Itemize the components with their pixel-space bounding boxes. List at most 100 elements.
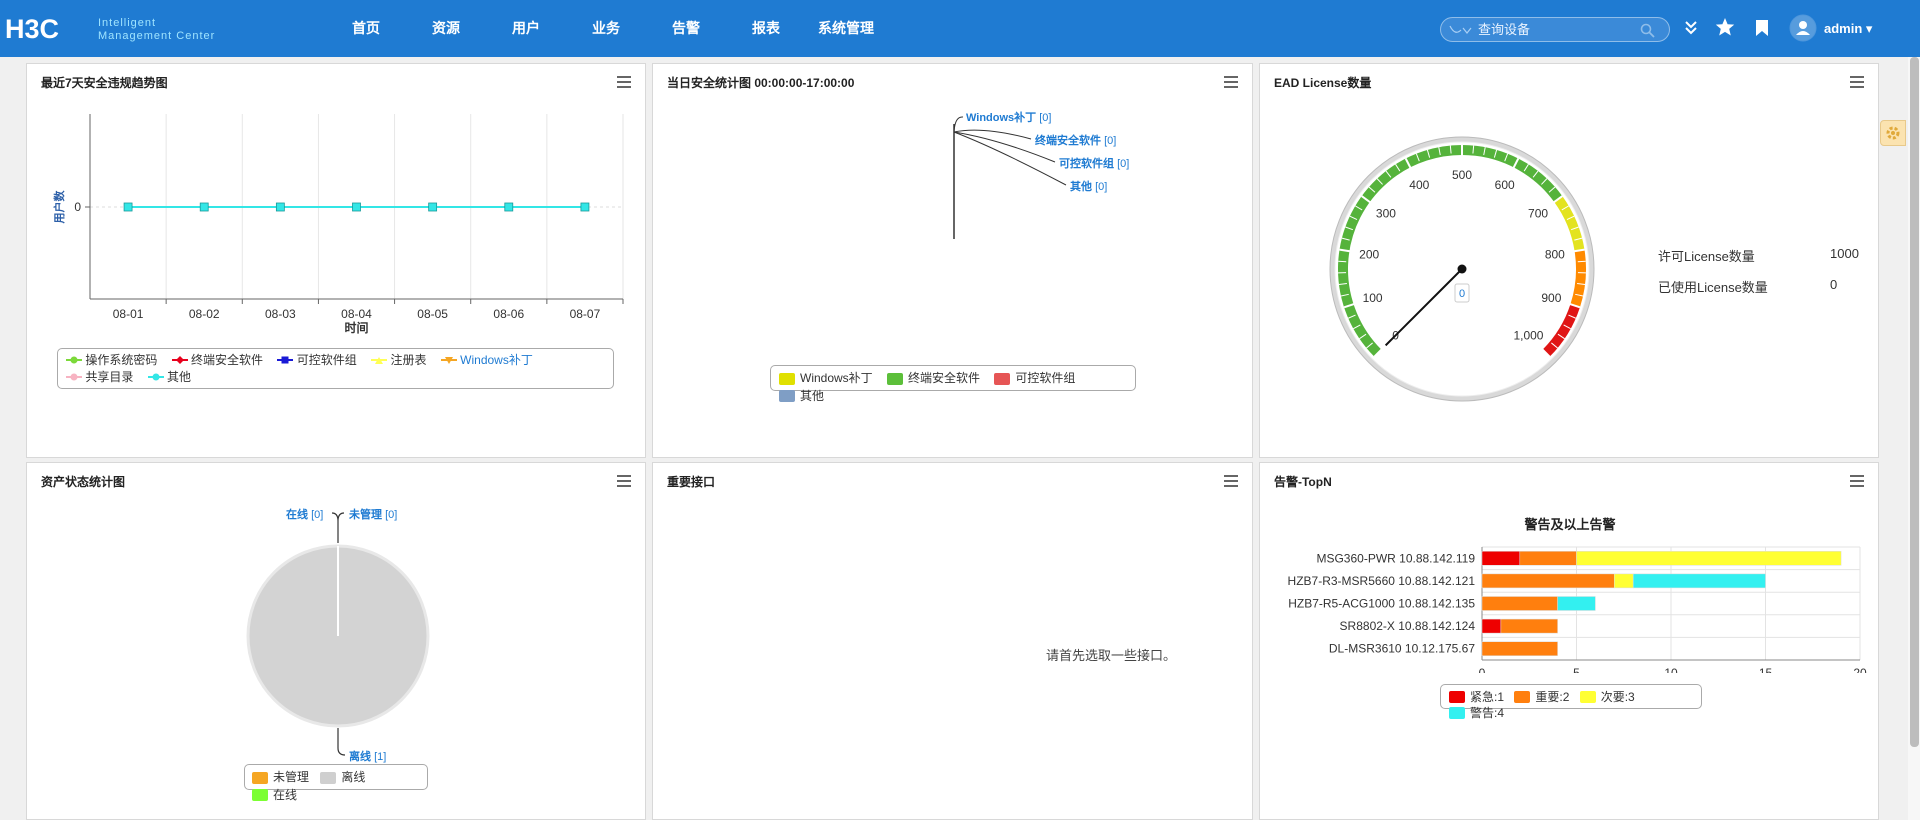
legend-item[interactable]: 终端安全软件: [887, 371, 980, 386]
legend-swatch: [1514, 691, 1531, 703]
logo-subtitle-2: Management Center: [98, 30, 215, 42]
bar-segment: [1481, 618, 1502, 634]
legend-swatch: [320, 771, 337, 784]
legend-swatch: [887, 372, 904, 385]
scrollbar-thumb[interactable]: [1910, 57, 1919, 747]
used-label: 已使用License数量: [1658, 280, 1768, 295]
used-value: 0: [1830, 277, 1838, 292]
x-tick-label: 10: [1664, 666, 1678, 673]
panel-title: 重要接口: [667, 475, 716, 489]
double-chevron-down-icon[interactable]: [1683, 14, 1699, 42]
nav-alarm[interactable]: 告警: [646, 0, 726, 57]
bar-segment: [1481, 641, 1558, 656]
pie-label-offline: 离线 [1]: [349, 749, 386, 763]
bar-segment: [1614, 573, 1634, 589]
data-point: [504, 202, 514, 212]
chart-title: 警告及以上告警: [1524, 517, 1615, 532]
legend-item[interactable]: 其他: [147, 369, 192, 385]
legend-label: 未管理: [273, 770, 310, 784]
alarm-legend: 紧急:1 重要:2 次要:3 警告:4: [1440, 684, 1702, 720]
x-tick-label: 08-01: [113, 307, 144, 321]
legend-item[interactable]: 注册表: [371, 352, 426, 368]
menu-icon[interactable]: [1850, 73, 1864, 88]
alarm-bar-chart: 警告及以上告警 0 5 10 15 20 MSG360-PWR 10.88.142.119 H…: [1288, 517, 1867, 673]
legend-item[interactable]: 可控软件组: [994, 371, 1075, 386]
page-scrollbar[interactable]: [1908, 57, 1920, 820]
bookmark-icon[interactable]: [1754, 14, 1770, 42]
license-gauge: 01002003004005006007008009001,0000: [1329, 136, 1595, 402]
main-nav: 首页 资源 用户 业务 告警 报表 系统管理: [326, 0, 886, 57]
pie-label: 终端安全软件 [0]: [1035, 133, 1116, 147]
data-point: [428, 202, 438, 212]
gauge-value: 0: [1459, 288, 1465, 300]
daily-pie-chart: Windows补丁 [0] 终端安全软件 [0] 可控软件组 [0] 其他 [0…: [953, 110, 1129, 239]
legend-swatch: [1449, 691, 1465, 703]
avatar-icon[interactable]: [1788, 14, 1818, 42]
panel-daily-security: 当日安全统计图 00:00:00-17:00:00 Windows补丁 [0] …: [652, 63, 1253, 458]
y-tick-label: MSG360-PWR 10.88.142.119: [1316, 551, 1475, 565]
top-bar: H3C Intelligent Management Center 首页 资源 …: [0, 0, 1920, 57]
data-point: [275, 202, 285, 212]
caret-down-icon: ▾: [1865, 21, 1873, 36]
x-tick-label: 08-07: [570, 307, 601, 321]
pie-label: 可控软件组 [0]: [1059, 156, 1129, 170]
logo-subtitle-1: Intelligent: [98, 17, 156, 29]
y-tick-label: SR8802-X 10.88.142.124: [1340, 619, 1476, 633]
nav-system[interactable]: 系统管理: [806, 0, 886, 57]
legend-label: 紧急:1: [1470, 690, 1505, 704]
legend-item[interactable]: 未管理: [252, 770, 309, 785]
licensed-label: 许可License数量: [1658, 249, 1755, 264]
settings-tab[interactable]: [1880, 120, 1906, 146]
gauge-tick-label: 500: [1452, 168, 1472, 182]
nav-home[interactable]: 首页: [326, 0, 406, 57]
legend-item[interactable]: 重要:2: [1514, 690, 1569, 704]
x-tick-label: 08-05: [417, 307, 448, 321]
legend-swatch: [1579, 691, 1596, 703]
legend-item[interactable]: 离线: [320, 770, 365, 785]
nav-service[interactable]: 业务: [566, 0, 646, 57]
bar-segment: [1576, 551, 1842, 566]
legend-item[interactable]: 其他: [779, 389, 824, 404]
gauge-tick-label: 400: [1409, 178, 1429, 192]
star-icon[interactable]: [1714, 14, 1736, 42]
bar-segment: [1481, 573, 1615, 589]
legend-item[interactable]: 次要:3: [1579, 690, 1635, 704]
nav-resource[interactable]: 资源: [406, 0, 486, 57]
nav-report[interactable]: 报表: [726, 0, 806, 57]
legend-label: 操作系统密码: [85, 353, 158, 367]
search-icon[interactable]: [1640, 23, 1655, 38]
menu-icon[interactable]: [1224, 472, 1238, 487]
y-tick-label: 0: [74, 200, 81, 214]
legend-item[interactable]: Windows补丁: [440, 352, 533, 368]
bar-segment: [1500, 618, 1558, 634]
search-input[interactable]: [1478, 21, 1628, 38]
nav-user[interactable]: 用户: [486, 0, 566, 57]
x-tick-label: 15: [1759, 666, 1773, 673]
legend-marker: [440, 357, 457, 364]
logo-text: H3C: [5, 14, 59, 44]
user-menu[interactable]: admin ▾: [1824, 21, 1872, 37]
legend-item[interactable]: 共享目录: [66, 369, 133, 385]
legend-label: Windows补丁: [800, 371, 873, 385]
legend-marker: [66, 373, 82, 381]
h3c-logo[interactable]: H3C Intelligent Management Center: [5, 13, 225, 47]
gauge-band: [1570, 249, 1586, 308]
y-tick-label: DL-MSR3610 10.12.175.67: [1329, 642, 1475, 656]
label-leader: [331, 512, 345, 543]
legend-item[interactable]: Windows补丁: [779, 371, 873, 386]
pie-label-unmanaged: 未管理 [0]: [348, 507, 397, 521]
legend-swatch: [779, 390, 795, 402]
legend-item[interactable]: 可控软件组: [277, 352, 357, 368]
legend-label: 离线: [341, 770, 366, 784]
x-tick-label: 08-06: [493, 307, 524, 321]
legend-item[interactable]: 警告:4: [1449, 706, 1504, 720]
search-scope-icon[interactable]: [1449, 24, 1475, 37]
legend-label: 其他: [167, 370, 192, 384]
gauge-tick-label: 900: [1541, 291, 1561, 305]
legend-item[interactable]: 操作系统密码: [66, 352, 157, 368]
legend-item[interactable]: 紧急:1: [1449, 690, 1504, 704]
label-leader: [953, 116, 964, 133]
gauge-tick: [1577, 260, 1586, 263]
legend-item[interactable]: 终端安全软件: [171, 352, 263, 368]
legend-item[interactable]: 在线: [252, 788, 297, 803]
